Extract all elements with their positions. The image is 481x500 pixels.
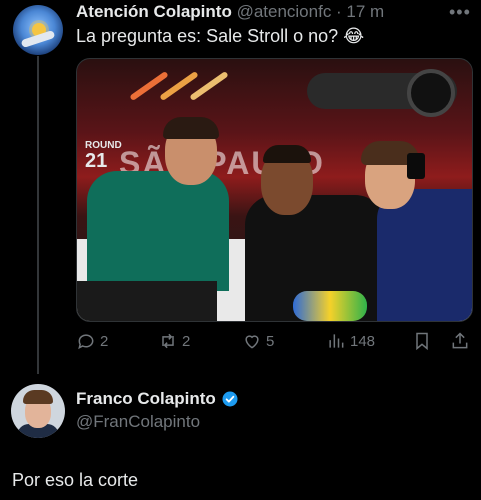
tweet-actions: 2 2 5 148 (76, 331, 471, 353)
reply-button[interactable]: 2 (76, 331, 108, 351)
avatar-atencion-colapinto[interactable] (13, 5, 63, 55)
retweet-count: 2 (182, 332, 191, 350)
reply-text: Por eso la corte (12, 470, 139, 490)
person-right-phone (407, 153, 425, 179)
reply-icon (78, 334, 94, 350)
like-button[interactable]: 5 (242, 331, 274, 351)
person-center-helmet-bag (293, 291, 367, 321)
share-icon (452, 332, 468, 349)
person-left-legs (77, 281, 217, 321)
reply-count: 2 (100, 332, 109, 350)
tweet-header: Atención Colapinto @atencionfc · 17 m (76, 2, 384, 22)
tweet-text: La pregunta es: Sale Stroll o no? 😂 (76, 26, 365, 46)
reply-author-row: Franco Colapinto (76, 389, 239, 409)
bookmark-button[interactable] (412, 331, 432, 351)
verified-icon (222, 391, 238, 407)
person-left-torso (87, 171, 229, 291)
retweet-icon (162, 333, 174, 349)
like-count: 5 (266, 332, 275, 350)
reply-author-name[interactable]: Franco Colapinto (76, 389, 216, 409)
tweet-photo[interactable]: ROUND 21 SÃO PAULO (76, 58, 473, 322)
views-button[interactable]: 148 (326, 331, 375, 351)
views-icon (329, 334, 344, 348)
round-number: 21 (85, 150, 108, 172)
like-icon (245, 335, 259, 349)
person-center-hair (263, 145, 311, 163)
more-icon[interactable]: ••• (449, 2, 471, 23)
bookmark-icon (416, 332, 428, 351)
backdrop-wheel (407, 69, 455, 117)
person-left-hair (163, 117, 219, 139)
reply-author-handle[interactable]: @FranColapinto (76, 412, 200, 432)
avatar-hair-shape (23, 390, 53, 404)
round-badge: ROUND 21 (85, 141, 122, 172)
author-name[interactable]: Atención Colapinto (76, 2, 232, 21)
retweet-button[interactable]: 2 (158, 331, 190, 351)
avatar-franco-colapinto[interactable] (11, 384, 65, 438)
views-count: 148 (350, 332, 376, 350)
thread-line (37, 56, 39, 374)
share-button[interactable] (450, 331, 470, 351)
author-handle-time[interactable]: @atencionfc · 17 m (237, 2, 385, 21)
